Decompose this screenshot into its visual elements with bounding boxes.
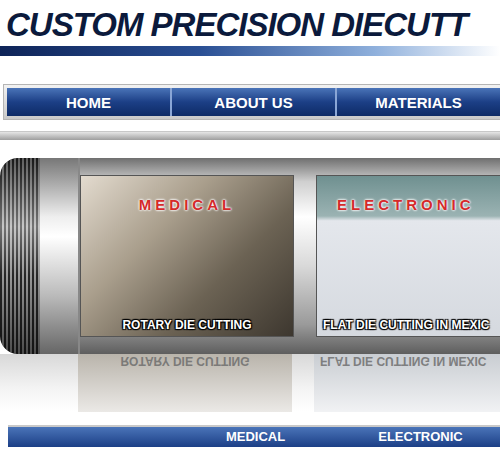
- nav-item[interactable]: MATERIALS: [337, 88, 500, 116]
- nav-item[interactable]: HOME: [7, 88, 172, 116]
- reflection-panel: ROTARY DIE CUTTING: [78, 354, 292, 412]
- banner-reflection: ROTARY DIE CUTTING FLAT DIE CUTTING IN ME…: [0, 354, 500, 412]
- panel-title: ELECTRONIC: [337, 196, 500, 213]
- main-nav: HOMEABOUT USMATERIALS: [7, 88, 500, 116]
- footer-nav-item[interactable]: ELECTRONIC: [338, 427, 500, 447]
- panel-caption: FLAT DIE CUTTING IN MEXIC: [323, 318, 500, 332]
- site-title[interactable]: CUSTOM PRECISION DIECUTT: [0, 6, 500, 44]
- nav-item[interactable]: ABOUT US: [172, 88, 337, 116]
- knurled-cap-icon: [0, 158, 40, 354]
- nav-frame: HOMEABOUT USMATERIALS: [3, 84, 500, 120]
- reflection-panel: FLAT DIE CUTTING IN MEXIC: [314, 354, 500, 412]
- banner-panel[interactable]: MEDICAL ROTARY DIE CUTTING: [80, 175, 294, 337]
- site-header: CUSTOM PRECISION DIECUTT: [0, 0, 500, 56]
- page: CUSTOM PRECISION DIECUTT HOMEABOUT USMAT…: [0, 0, 500, 450]
- reflection-caption: ROTARY DIE CUTTING: [78, 354, 292, 390]
- roller-banner: MEDICAL ROTARY DIE CUTTINGELECTRONIC FLA…: [0, 158, 500, 354]
- roller-collar: [40, 158, 80, 354]
- footer-nav: MEDICALELECTRONIC: [8, 425, 500, 447]
- panel-caption: ROTARY DIE CUTTING: [81, 318, 293, 332]
- banner-panel[interactable]: ELECTRONIC FLAT DIE CUTTING IN MEXIC: [316, 175, 500, 337]
- reflection-caption: FLAT DIE CUTTING IN MEXIC: [314, 354, 500, 390]
- separator: [0, 131, 500, 140]
- banner: MEDICAL ROTARY DIE CUTTINGELECTRONIC FLA…: [0, 158, 500, 412]
- title-underline: [0, 46, 500, 56]
- panel-title: MEDICAL: [81, 196, 293, 213]
- footer-nav-item[interactable]: MEDICAL: [173, 427, 338, 447]
